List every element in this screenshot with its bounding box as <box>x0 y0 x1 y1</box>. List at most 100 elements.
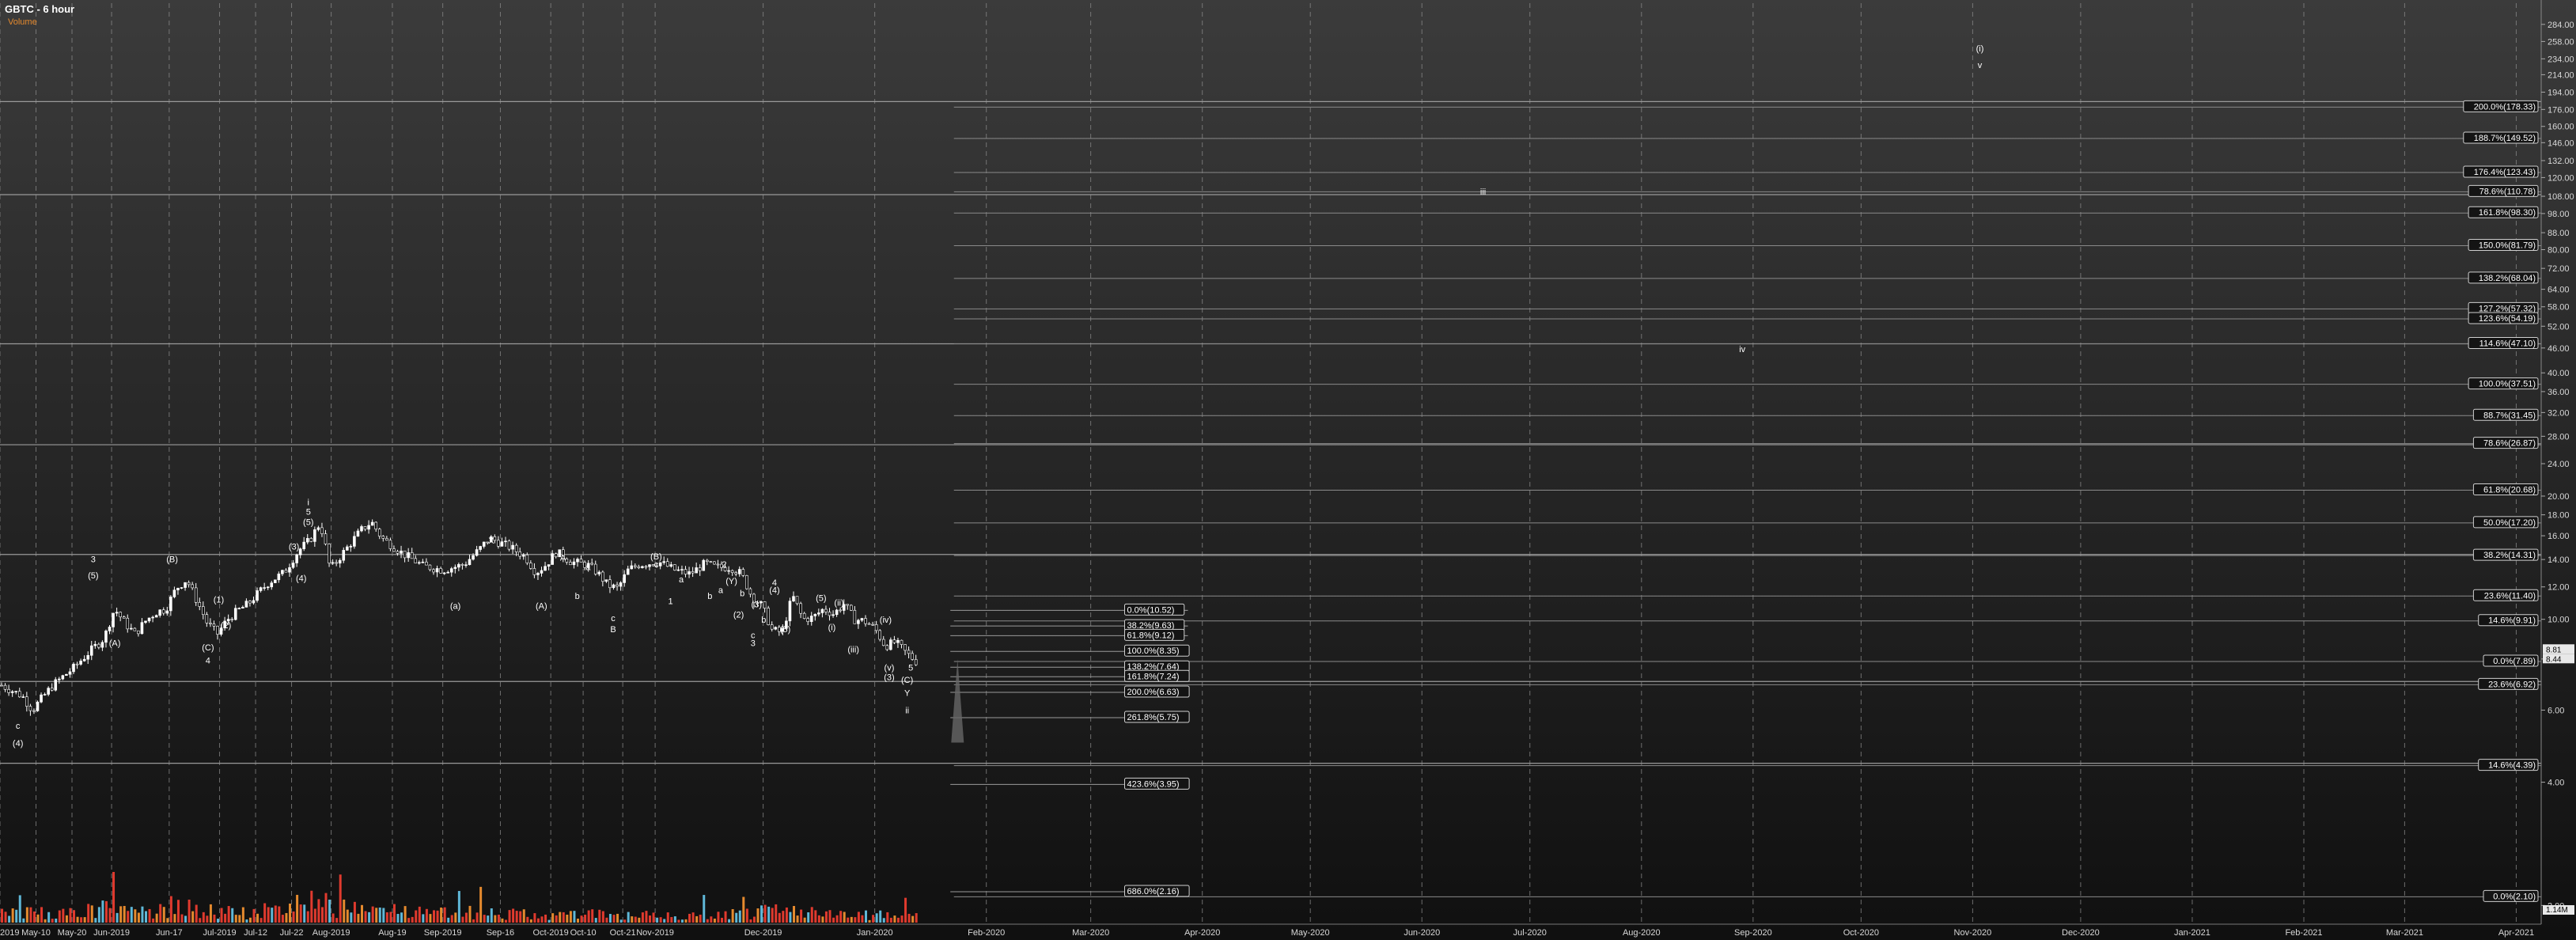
candle-body <box>896 639 900 643</box>
candle-body <box>28 706 32 711</box>
wave-label: 3 <box>751 639 756 649</box>
candle-body <box>518 551 522 557</box>
candle-body <box>709 561 713 563</box>
x-tick-label: Aug-2019 <box>313 928 350 938</box>
candle-body <box>410 552 414 559</box>
candle-body <box>532 568 536 575</box>
volume-bar <box>703 895 706 923</box>
y-tick-label: 32.00 <box>2548 408 2570 418</box>
candle-body <box>853 610 857 624</box>
candle-body <box>551 553 554 565</box>
candle-body <box>154 615 158 618</box>
y-tick-label: 258.00 <box>2548 37 2574 47</box>
volume-bar <box>731 909 734 923</box>
candle-body <box>597 571 601 574</box>
volume-bar <box>32 911 36 923</box>
wave-label: (5) <box>303 517 313 527</box>
volume-bar <box>80 917 83 923</box>
wave-label: (2) <box>733 610 744 620</box>
y-tick-label: 4.00 <box>2548 779 2564 788</box>
volume-bar <box>116 912 119 923</box>
candle-body <box>374 521 378 530</box>
y-tick-label: 58.00 <box>2548 303 2570 313</box>
volume-bar <box>25 907 28 923</box>
candle-body <box>507 540 511 550</box>
candle-body <box>7 688 10 693</box>
candle-body <box>593 563 597 574</box>
volume-bar <box>721 917 723 923</box>
fib-mid-label: 423.6%(3.95) <box>1127 779 1180 789</box>
volume-bar <box>540 916 544 923</box>
candle-body <box>457 564 460 568</box>
candle-body <box>439 568 442 574</box>
volume-bar <box>44 919 47 923</box>
wave-label: (a) <box>450 602 460 612</box>
volume-bar <box>137 912 140 923</box>
wave-label: (5) <box>816 593 826 603</box>
candle-body <box>140 622 144 635</box>
volume-bar <box>112 871 116 923</box>
candle-body <box>662 561 666 563</box>
x-tick-label: Apr-2021 <box>2498 928 2534 938</box>
y-tick-label: 12.00 <box>2548 583 2570 593</box>
volume-bar <box>422 914 425 923</box>
volume-bar <box>320 907 324 923</box>
candle-body <box>288 567 291 573</box>
candle-body <box>565 558 569 563</box>
volume-bar <box>508 910 511 923</box>
wave-label: (2) <box>221 621 231 631</box>
volume-bar <box>392 904 396 923</box>
x-tick-label: Sep-2020 <box>1734 928 1772 938</box>
candle-body <box>892 639 896 643</box>
x-tick-label: Sep-16 <box>487 928 514 938</box>
volume-bar <box>749 919 752 923</box>
volume-bar <box>793 906 795 923</box>
candle-body <box>392 548 396 552</box>
volume-bar <box>191 911 195 923</box>
y-tick-label: 18.00 <box>2548 511 2570 521</box>
candle-body <box>857 620 860 624</box>
candle-body <box>17 691 21 698</box>
candle-body <box>259 587 263 591</box>
volume-bar <box>306 911 309 923</box>
candle-body <box>525 554 529 563</box>
volume-bar <box>752 916 756 923</box>
volume-bar <box>259 918 263 923</box>
candle-body <box>529 563 532 569</box>
volume-bar <box>490 908 493 923</box>
candle-body <box>907 650 911 654</box>
fib-label: 100.0%(37.51) <box>2479 380 2536 389</box>
volume-bar <box>742 896 745 923</box>
candle-body <box>745 575 748 589</box>
price-chart[interactable]: 200.0%(178.33) 188.7%(149.52) 176.4%(123.4… <box>0 0 2576 940</box>
candle-body <box>266 586 270 589</box>
volume-bar <box>735 912 738 923</box>
volume-bar <box>843 912 846 923</box>
candle-body <box>72 663 75 673</box>
wave-label: c <box>16 722 21 731</box>
last-price-text: 8.81 <box>2546 646 2562 654</box>
volume-bar <box>865 910 867 923</box>
volume-bar <box>487 915 490 923</box>
fib-label: 78.6%(26.87) <box>2483 439 2536 449</box>
y-tick-label: 72.00 <box>2548 264 2570 274</box>
volume-bar <box>479 886 483 923</box>
volume-bar <box>695 915 699 923</box>
fib-label: 150.0%(81.79) <box>2479 241 2536 251</box>
candle-body <box>112 612 115 627</box>
candle-body <box>353 536 356 547</box>
fib-mid-label: 0.0%(10.52) <box>1127 605 1175 615</box>
candle-body <box>497 540 500 547</box>
volume-bar <box>868 919 871 923</box>
volume-bar <box>472 919 475 923</box>
candle-body <box>216 625 219 635</box>
candle-body <box>237 608 241 609</box>
x-tick-label: Apr-2020 <box>1184 928 1220 938</box>
candle-body <box>511 544 514 550</box>
volume-bar <box>241 907 244 923</box>
candle-body <box>633 565 637 567</box>
candle-body <box>40 694 43 703</box>
volume-bar <box>310 890 313 923</box>
candle-body <box>0 684 3 687</box>
volume-bar <box>656 917 659 923</box>
